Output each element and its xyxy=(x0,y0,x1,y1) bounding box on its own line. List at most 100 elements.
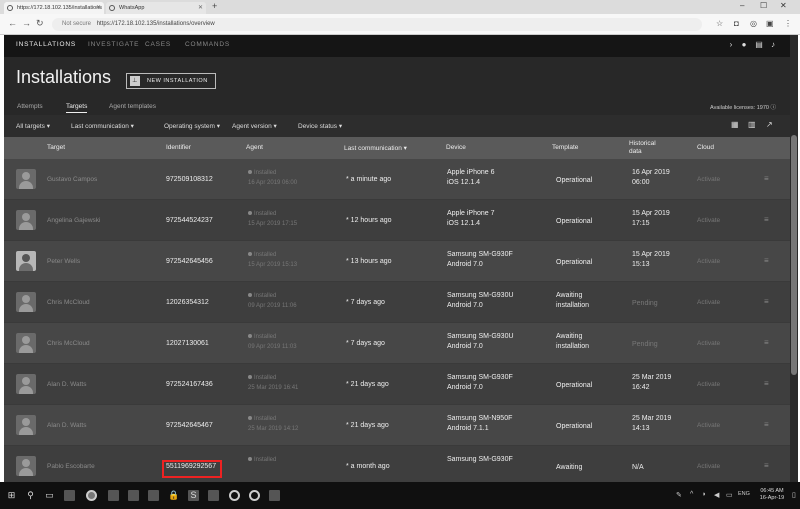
close-window-icon[interactable]: ✕ xyxy=(780,1,787,10)
star-icon[interactable]: ☆ xyxy=(716,19,723,28)
col-last-communication[interactable]: Last communication ▾ xyxy=(344,144,407,152)
scrollbar[interactable] xyxy=(790,35,798,482)
wifi-icon[interactable]: ◗ xyxy=(702,491,706,498)
back-icon[interactable]: ← xyxy=(8,18,17,28)
notifications-icon[interactable]: ▯ xyxy=(792,491,796,499)
language-indicator[interactable]: ENG xyxy=(738,491,750,497)
volume-icon[interactable]: ◀ xyxy=(714,491,719,499)
browser-tab-whatsapp[interactable]: WhatsApp ✕ xyxy=(106,2,206,14)
folder-icon[interactable] xyxy=(64,490,75,501)
filter-agent-version[interactable]: Agent version ▾ xyxy=(232,122,277,130)
col-cloud[interactable]: Cloud xyxy=(697,144,714,151)
activate-cloud-button[interactable]: Activate xyxy=(697,217,720,224)
row-menu-icon[interactable]: ≡ xyxy=(764,461,769,470)
app-icon[interactable]: S xyxy=(188,490,199,501)
nav-investigate[interactable]: INVESTIGATE xyxy=(88,41,139,48)
table-row[interactable]: Chris McCloud 12026354312 Installed 09 Apr … xyxy=(4,282,790,322)
target-name[interactable]: Chris McCloud xyxy=(47,299,90,306)
col-agent[interactable]: Agent xyxy=(246,144,263,151)
table-row[interactable]: Chris McCloud 12027130061 Installed 09 Apr … xyxy=(4,323,790,363)
battery-icon[interactable]: ▭ xyxy=(726,491,733,499)
columns-icon[interactable]: ▥ xyxy=(748,120,756,129)
tray-up-icon[interactable]: ^ xyxy=(690,491,693,498)
activate-cloud-button[interactable]: Activate xyxy=(697,176,720,183)
app-icon[interactable] xyxy=(128,490,139,501)
target-name[interactable]: Pablo Escobarte xyxy=(47,463,95,470)
nav-commands[interactable]: COMMANDS xyxy=(185,41,230,48)
nav-cases[interactable]: CASES xyxy=(145,41,171,48)
close-tab-icon[interactable]: ✕ xyxy=(198,2,203,14)
col-historical-data[interactable]: Historical data xyxy=(629,140,669,156)
target-name[interactable]: Peter Wells xyxy=(47,258,80,265)
table-row[interactable]: Angelina Gajewski 972544524237 Installed 15… xyxy=(4,200,790,240)
table-row[interactable]: Gustavo Campos 972509108312 Installed 16 Ap… xyxy=(4,159,790,199)
target-name[interactable]: Chris McCloud xyxy=(47,340,90,347)
filter-device-status[interactable]: Device status ▾ xyxy=(298,122,342,130)
col-target[interactable]: Target xyxy=(47,144,65,151)
app-icon[interactable] xyxy=(148,490,159,501)
filter-operating-system[interactable]: Operating system ▾ xyxy=(164,122,220,130)
row-menu-icon[interactable]: ≡ xyxy=(764,174,769,183)
filter-all-targets[interactable]: All targets ▾ xyxy=(16,122,50,130)
new-tab-icon[interactable]: + xyxy=(212,1,217,11)
menu-dots-icon[interactable]: ⋮ xyxy=(784,19,792,28)
extension-icon[interactable]: ◎ xyxy=(750,19,757,28)
row-menu-icon[interactable]: ≡ xyxy=(764,338,769,347)
col-identifier[interactable]: Identifier xyxy=(166,144,191,151)
forward-icon[interactable]: → xyxy=(22,18,31,28)
filter-last-communication[interactable]: Last communication ▾ xyxy=(71,122,134,130)
table-row[interactable]: Peter Wells 972542645456 Installed 15 Apr 2… xyxy=(4,241,790,281)
target-name[interactable]: Gustavo Campos xyxy=(47,176,97,183)
headset-icon[interactable] xyxy=(229,490,240,501)
table-row[interactable]: Pablo Escobarte 5511969292567 Installed * a… xyxy=(4,446,790,482)
row-menu-icon[interactable]: ≡ xyxy=(764,297,769,306)
activate-cloud-button[interactable]: Activate xyxy=(697,340,720,347)
app-icon[interactable] xyxy=(108,490,119,501)
app-icon[interactable] xyxy=(208,490,219,501)
row-menu-icon[interactable]: ≡ xyxy=(764,420,769,429)
activate-cloud-button[interactable]: Activate xyxy=(697,299,720,306)
pen-icon[interactable]: ✎ xyxy=(676,491,682,499)
activate-cloud-button[interactable]: Activate xyxy=(697,381,720,388)
clock[interactable]: 06:45 AM 16-Apr-19 xyxy=(752,488,792,502)
app-icon[interactable] xyxy=(249,490,260,501)
scrollbar-thumb[interactable] xyxy=(791,135,797,375)
task-view-icon[interactable]: ▭ xyxy=(44,490,55,501)
chrome-icon[interactable] xyxy=(86,490,97,501)
new-installation-button[interactable]: ⊥ NEW INSTALLATION xyxy=(126,73,216,89)
target-name[interactable]: Alan D. Watts xyxy=(47,422,87,429)
row-menu-icon[interactable]: ≡ xyxy=(764,215,769,224)
search-icon[interactable]: ⚲ xyxy=(25,490,36,501)
address-bar[interactable]: Not secure https://172.18.102.135/instal… xyxy=(52,18,702,31)
row-menu-icon[interactable]: ≡ xyxy=(764,379,769,388)
table-row[interactable]: Alan D. Watts 972542645467 Installed 25 Mar… xyxy=(4,405,790,445)
user-icon[interactable]: ● xyxy=(739,40,749,50)
extension-icon[interactable]: ◘ xyxy=(734,19,739,28)
bell-icon[interactable]: ♪ xyxy=(768,40,778,50)
export-icon[interactable]: ↗ xyxy=(766,120,773,129)
reload-icon[interactable]: ↻ xyxy=(36,18,44,29)
grid-view-icon[interactable]: ▦ xyxy=(731,120,739,129)
tab-targets[interactable]: Targets xyxy=(66,103,88,113)
nav-installations[interactable]: INSTALLATIONS xyxy=(16,41,76,48)
tab-agent-templates[interactable]: Agent templates xyxy=(109,103,156,110)
activate-cloud-button[interactable]: Activate xyxy=(697,463,720,470)
table-row[interactable]: Alan D. Watts 972524167436 Installed 25 Mar… xyxy=(4,364,790,404)
row-menu-icon[interactable]: ≡ xyxy=(764,256,769,265)
browser-tab-installations[interactable]: https://172.18.102.135/installations ✕ xyxy=(4,2,104,14)
expand-icon[interactable]: › xyxy=(726,40,736,50)
col-template[interactable]: Template xyxy=(552,144,578,151)
maximize-icon[interactable]: ☐ xyxy=(760,1,767,10)
target-name[interactable]: Angelina Gajewski xyxy=(47,217,100,224)
app-icon[interactable] xyxy=(269,490,280,501)
tab-attempts[interactable]: Attempts xyxy=(17,103,43,110)
activate-cloud-button[interactable]: Activate xyxy=(697,258,720,265)
extension-icon[interactable]: ▣ xyxy=(766,19,774,28)
lock-icon[interactable]: 🔒 xyxy=(168,490,179,501)
activate-cloud-button[interactable]: Activate xyxy=(697,422,720,429)
col-device[interactable]: Device xyxy=(446,144,466,151)
minimize-icon[interactable]: – xyxy=(740,1,744,10)
windows-start-icon[interactable]: ⊞ xyxy=(6,490,17,501)
document-icon[interactable]: ▤ xyxy=(754,40,764,50)
target-name[interactable]: Alan D. Watts xyxy=(47,381,87,388)
